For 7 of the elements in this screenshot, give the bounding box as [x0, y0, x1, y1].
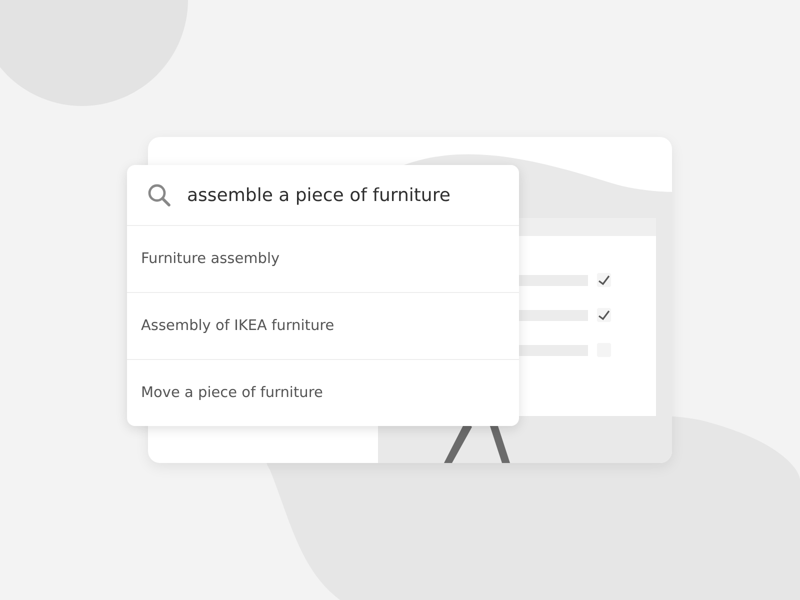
suggestion-item[interactable]: Assembly of IKEA furniture — [127, 293, 519, 360]
checked-checkbox[interactable] — [597, 273, 611, 287]
search-field[interactable]: assemble a piece of furniture — [187, 184, 487, 206]
checked-checkbox[interactable] — [597, 308, 611, 322]
suggestion-item[interactable]: Move a piece of furniture — [127, 360, 519, 426]
search-icon — [147, 183, 171, 207]
suggestion-item[interactable]: Furniture assembly — [127, 226, 519, 293]
